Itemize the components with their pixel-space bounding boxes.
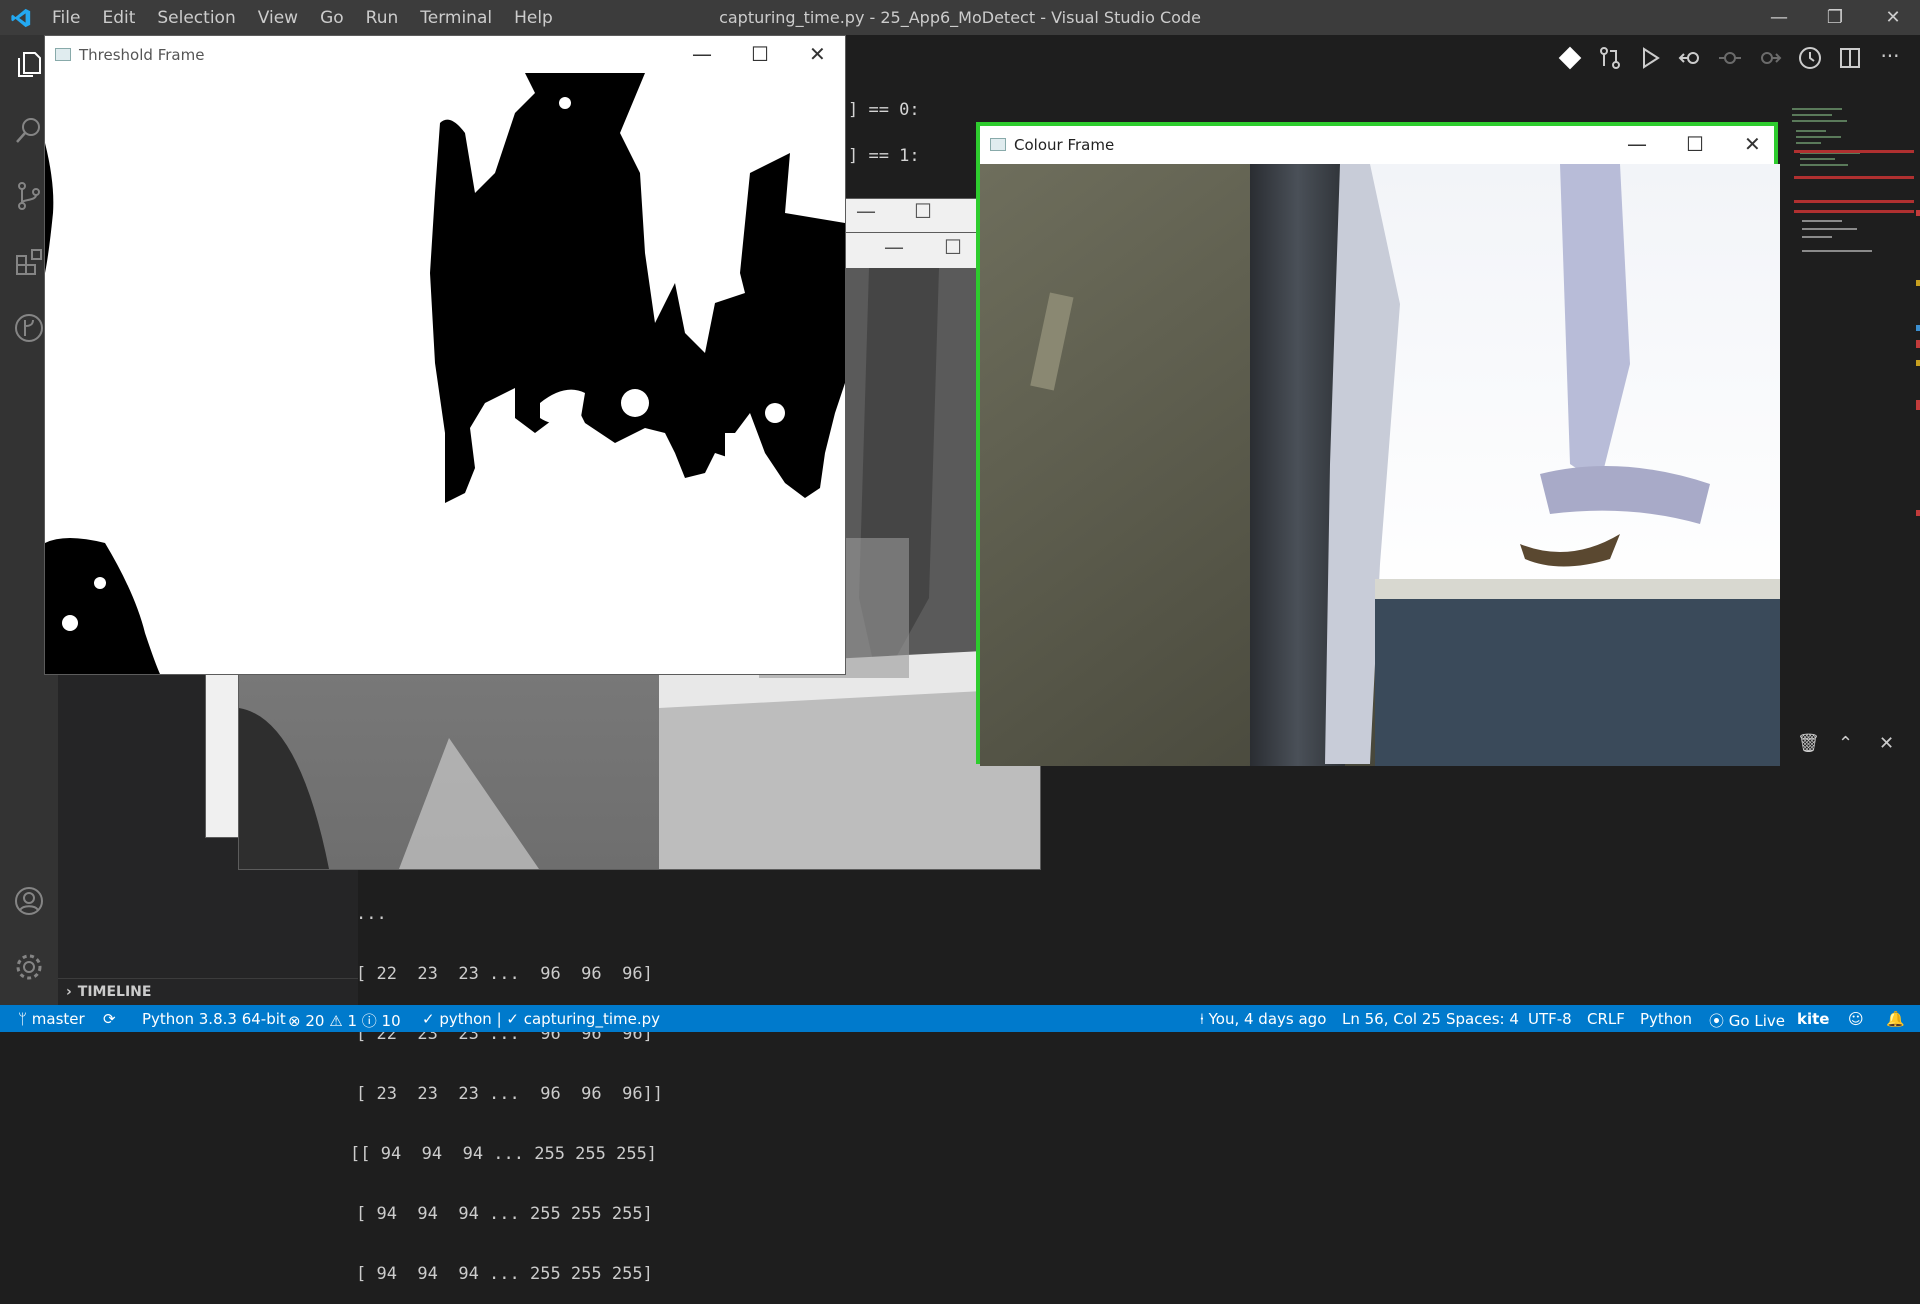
- error-icon: ⊗: [288, 1012, 306, 1030]
- terminal-line: [ 23 23 23 ... 96 96 96]]: [356, 1084, 664, 1104]
- encoding[interactable]: UTF-8: [1528, 1010, 1572, 1028]
- window-app-icon: [55, 48, 71, 61]
- git-diamond-icon[interactable]: [1557, 45, 1583, 71]
- indentation[interactable]: Spaces: 4: [1446, 1010, 1519, 1028]
- source-control-icon[interactable]: [13, 180, 45, 212]
- threshold-frame-titlebar[interactable]: Threshold Frame — ☐ ✕: [45, 36, 845, 74]
- window-app-icon: [990, 138, 1006, 151]
- warning-icon: ⚠: [329, 1012, 348, 1030]
- branch-icon: ᛘ: [18, 1010, 32, 1028]
- check-icon: ✓: [422, 1010, 440, 1028]
- split-editor-icon[interactable]: [1837, 45, 1863, 71]
- run-icon[interactable]: [1637, 45, 1663, 71]
- go-live-button[interactable]: ⦿ Go Live: [1709, 1010, 1785, 1031]
- timeline-label: TIMELINE: [77, 984, 152, 1000]
- line-endings[interactable]: CRLF: [1587, 1010, 1625, 1028]
- maximize-icon[interactable]: ☐: [914, 199, 932, 223]
- threshold-frame-image: [45, 73, 845, 674]
- notifications-bell-icon[interactable]: 🔔: [1886, 1010, 1905, 1028]
- trash-icon[interactable]: 🗑: [1797, 733, 1820, 757]
- colour-frame-titlebar[interactable]: Colour Frame — ☐ ✕: [980, 126, 1774, 164]
- commit-icon: ⍿: [1200, 1010, 1209, 1028]
- problems-indicator[interactable]: ⊗ 20 ⚠ 1 ⓘ 10: [288, 1010, 401, 1031]
- maximize-icon[interactable]: ☐: [1686, 132, 1704, 156]
- status-bar: ᛘ master ⟳ Python 3.8.3 64-bit ⊗ 20 ⚠ 1 …: [0, 1005, 1920, 1032]
- terminal-line: [ 94 94 94 ... 255 255 255]: [356, 1264, 653, 1284]
- account-icon[interactable]: [13, 885, 45, 917]
- task-label: python | ✓ capturing_time.py: [439, 1010, 661, 1028]
- branch-name: master: [31, 1010, 85, 1028]
- timeline-section[interactable]: › TIMELINE: [58, 978, 358, 1004]
- minimize-icon[interactable]: —: [1627, 132, 1647, 156]
- terminal-line: [ 94 94 94 ... 255 255 255]: [356, 1204, 653, 1224]
- sync-icon[interactable]: ⟳: [103, 1010, 116, 1028]
- search-icon[interactable]: [13, 114, 45, 146]
- feedback-icon[interactable]: ☺: [1848, 1010, 1864, 1028]
- close-icon[interactable]: ✕: [1744, 132, 1761, 156]
- compare-changes-icon[interactable]: [1597, 45, 1623, 71]
- next-change-icon[interactable]: [1757, 45, 1783, 71]
- title-bar: File Edit Selection View Go Run Terminal…: [0, 0, 1920, 35]
- extensions-icon[interactable]: [13, 246, 45, 278]
- minimize-icon[interactable]: —: [692, 42, 712, 66]
- minimize-icon[interactable]: —: [884, 235, 904, 259]
- colour-frame-image: [980, 164, 1780, 766]
- colour-frame-title: Colour Frame: [1014, 136, 1115, 154]
- terminal-line: [ 22 23 23 ... 96 96 96]: [356, 964, 653, 984]
- maximize-icon[interactable]: ☐: [751, 42, 769, 66]
- minimize-icon[interactable]: —: [1756, 0, 1802, 35]
- kite-status[interactable]: kite: [1797, 1010, 1829, 1028]
- chevron-right-icon: ›: [66, 984, 72, 1000]
- history-icon[interactable]: [1797, 45, 1823, 71]
- info-count: 10: [381, 1012, 401, 1030]
- settings-gear-icon[interactable]: [13, 951, 45, 983]
- maximize-icon[interactable]: ☐: [944, 235, 962, 259]
- git-blame[interactable]: ⍿ You, 4 days ago: [1200, 1010, 1326, 1028]
- terminal-line: ...: [356, 904, 387, 924]
- close-panel-icon[interactable]: ✕: [1879, 733, 1894, 757]
- terminal-line: [[ 94 94 94 ... 255 255 255]: [350, 1144, 658, 1164]
- warning-count: 1: [347, 1012, 357, 1030]
- python-interpreter[interactable]: Python 3.8.3 64-bit: [142, 1010, 286, 1028]
- branch-indicator[interactable]: ᛘ master: [18, 1010, 85, 1028]
- commit-icon[interactable]: [1717, 45, 1743, 71]
- info-icon: ⓘ: [361, 1012, 382, 1030]
- cursor-position[interactable]: Ln 56, Col 25: [1342, 1010, 1441, 1028]
- go-live-label: Go Live: [1728, 1012, 1785, 1030]
- chevron-up-icon[interactable]: ⌃: [1838, 733, 1853, 757]
- threshold-frame-title: Threshold Frame: [79, 46, 205, 64]
- language-mode[interactable]: Python: [1640, 1010, 1692, 1028]
- error-count: 20: [305, 1012, 325, 1030]
- previous-change-icon[interactable]: [1677, 45, 1703, 71]
- close-icon[interactable]: ✕: [809, 42, 826, 66]
- blame-text: You, 4 days ago: [1208, 1010, 1327, 1028]
- more-actions-icon[interactable]: ···: [1877, 45, 1903, 71]
- window-title: capturing_time.py - 25_App6_MoDetect - V…: [719, 8, 1201, 27]
- minimize-icon[interactable]: —: [856, 199, 876, 223]
- terminal-output[interactable]: ... [ 22 23 23 ... 96 96 96] [ 22 23 23 …: [350, 864, 663, 1304]
- task-status[interactable]: ✓ python | ✓ capturing_time.py: [422, 1010, 660, 1028]
- git-graph-icon[interactable]: [13, 312, 45, 344]
- restore-icon[interactable]: ❐: [1812, 0, 1858, 35]
- close-icon[interactable]: ✕: [1870, 0, 1916, 35]
- code-line: ] == 1:: [848, 146, 920, 166]
- explorer-icon[interactable]: [13, 48, 45, 80]
- colour-frame-window[interactable]: Colour Frame — ☐ ✕: [976, 122, 1780, 766]
- threshold-frame-window[interactable]: Threshold Frame — ☐ ✕: [44, 35, 846, 675]
- minimap[interactable]: [1782, 100, 1920, 720]
- broadcast-icon: ⦿: [1709, 1012, 1729, 1030]
- code-line: ] == 0:: [848, 100, 920, 120]
